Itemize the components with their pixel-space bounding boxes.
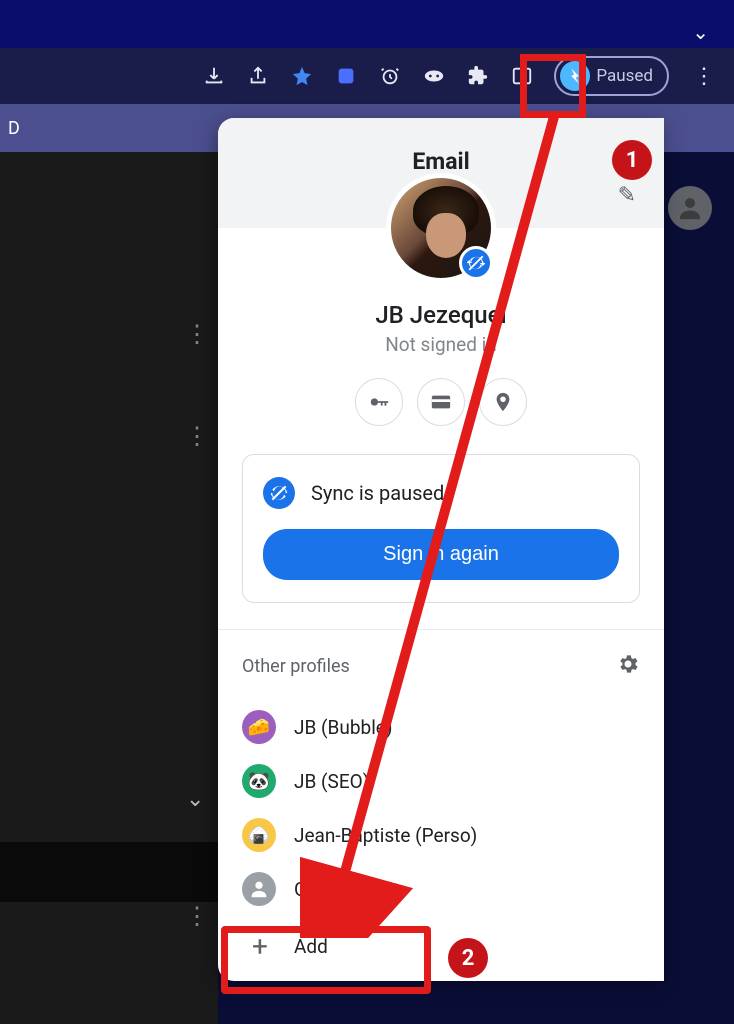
bookmarks-letter: D [8,118,20,139]
extension-icon-2[interactable] [422,64,446,88]
overflow-menu-icon[interactable]: ⋮ [689,64,719,89]
share-icon[interactable] [246,64,270,88]
sync-status-text: Sync is paused [311,481,444,505]
annotation-callout-1: 1 [612,140,652,180]
browser-toolbar: Paused ⋮ [0,48,734,104]
sync-card: Sync is paused Sign in again [242,454,640,603]
extensions-puzzle-icon[interactable] [466,64,490,88]
bookmark-star-icon[interactable] [290,64,314,88]
edit-icon[interactable]: ✎ [618,183,636,208]
profile-avatar-icon [242,872,276,906]
profile-menu-panel: Email ✎ JB Jezequel Not signed in Sync i… [218,118,664,981]
addresses-icon[interactable] [479,378,527,426]
profile-label: JB (Bubble) [294,716,393,739]
annotation-callout-2: 2 [448,938,488,978]
sync-off-icon [263,477,295,509]
sync-paused-badge-icon [459,246,493,280]
more-icon[interactable]: ⋮ [185,422,209,450]
profile-label: Jean-Baptiste (Perso) [294,824,477,847]
profile-avatar-icon: 🍙 [242,818,276,852]
annotation-box-2 [221,926,431,994]
more-icon[interactable]: ⋮ [185,902,209,930]
profile-item[interactable]: 🐼 JB (SEO) [242,754,640,808]
alarm-icon[interactable] [378,64,402,88]
chevron-down-icon[interactable]: ⌄ [692,20,709,44]
signin-status: Not signed in [218,333,664,356]
panel-title: Email [218,148,664,175]
account-avatar-icon[interactable] [668,186,712,230]
window-titlebar: ⌄ [0,0,734,48]
other-profiles-label: Other profiles [242,656,350,677]
profile-paused-label: Paused [596,66,653,86]
user-avatar [386,173,496,283]
passwords-icon[interactable] [355,378,403,426]
profile-avatar-icon: 🧀 [242,710,276,744]
profile-label: Guest [294,878,344,901]
download-icon[interactable] [202,64,226,88]
user-name-block: JB Jezequel Not signed in [218,301,664,356]
user-name: JB Jezequel [218,301,664,329]
extension-icon-1[interactable] [334,64,358,88]
annotation-box-1 [520,54,586,118]
chevron-down-icon[interactable]: ⌄ [186,787,204,812]
profile-item[interactable]: 🍙 Jean-Baptiste (Perso) [242,808,640,862]
signin-again-button[interactable]: Sign in again [263,529,619,580]
profile-avatar-icon: 🐼 [242,764,276,798]
more-icon[interactable]: ⋮ [185,320,209,348]
dark-row [0,842,218,902]
page-background: ⋮ ⋮ ⌄ ⋮ [0,152,218,1024]
payment-icon[interactable] [417,378,465,426]
manage-profiles-gear-icon[interactable] [616,652,640,680]
profile-item[interactable]: Guest [242,862,640,916]
quick-actions [218,378,664,426]
profile-label: JB (SEO) [294,770,369,793]
profile-item[interactable]: 🧀 JB (Bubble) [242,700,640,754]
